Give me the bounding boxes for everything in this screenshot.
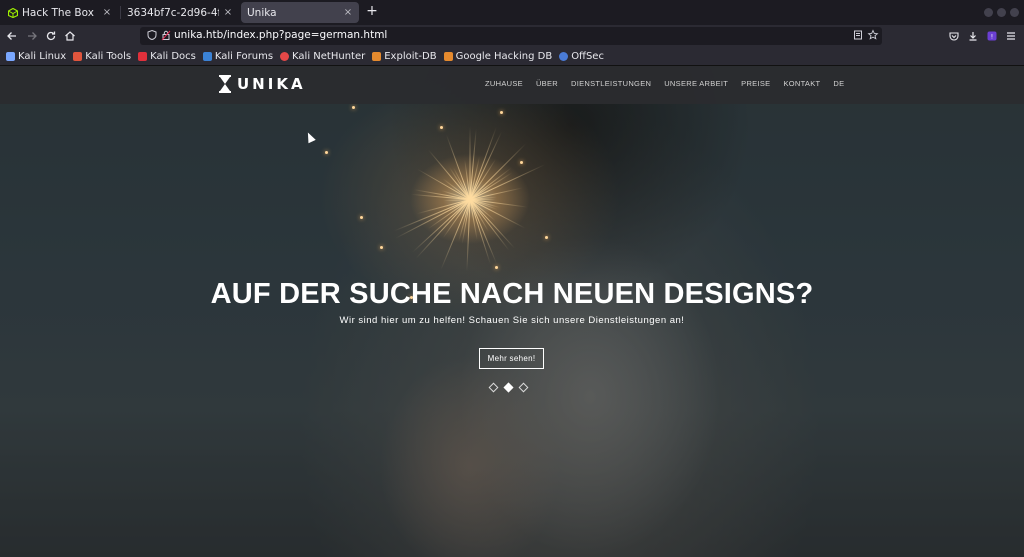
exploit-db-icon	[372, 51, 382, 61]
shield-icon[interactable]	[146, 29, 158, 41]
hero-headline: AUF DER SUCHE NACH NEUEN DESIGNS?	[210, 278, 814, 310]
navigation-toolbar: unika.htb/index.php?page=german.html !	[0, 25, 1024, 47]
close-tab-icon[interactable]: ×	[223, 7, 233, 18]
insecure-lock-icon[interactable]	[160, 29, 172, 41]
url-text[interactable]: unika.htb/index.php?page=german.html	[174, 29, 387, 41]
close-tab-icon[interactable]: ×	[102, 7, 112, 18]
menu-item-preise[interactable]: PREISE	[741, 79, 770, 88]
spark-particle	[352, 106, 355, 109]
spark-particle	[380, 246, 383, 249]
bookmark-kali-nethunter[interactable]: Kali NetHunter	[280, 51, 365, 62]
menu-item-unsere-arbeit[interactable]: UNSERE ARBEIT	[664, 79, 728, 88]
bookmark-label: Exploit-DB	[384, 50, 437, 62]
site-header: UNIKA ZUHAUSE ÜBER DIENSTLEISTUNGEN UNSE…	[0, 66, 1024, 104]
bookmark-label: Kali Docs	[150, 50, 196, 62]
bookmarks-toolbar: Kali Linux Kali Tools Kali Docs Kali For…	[0, 47, 1024, 66]
kali-forums-icon	[202, 51, 212, 61]
bookmark-kali-tools[interactable]: Kali Tools	[73, 51, 131, 62]
tab-label: Hack The Box :: Star	[22, 6, 98, 19]
bookmark-label: Kali Tools	[85, 50, 132, 62]
hero-subline: Wir sind hier um zu helfen! Schauen Sie …	[339, 315, 685, 326]
bookmark-exploit-db[interactable]: Exploit-DB	[372, 50, 437, 62]
logo-text: UNIKA	[237, 75, 306, 93]
htb-cube-icon	[8, 7, 18, 18]
extension-icon[interactable]: !	[985, 29, 999, 43]
downloads-icon[interactable]	[966, 29, 980, 43]
tab-label: Unika	[247, 6, 277, 19]
slider-dot[interactable]	[518, 382, 529, 393]
close-window-button[interactable]	[1010, 8, 1019, 17]
bookmark-label: Kali Linux	[18, 50, 67, 62]
tab-uuid[interactable]: 3634bf7c-2d96-4f9b- ×	[121, 2, 239, 23]
spark-particle	[495, 266, 498, 269]
ghdb-icon	[443, 51, 453, 61]
app-menu-icon[interactable]	[1004, 29, 1018, 43]
bookmark-kali-forums[interactable]: Kali Forums	[202, 50, 274, 62]
new-tab-button[interactable]: +	[364, 3, 380, 19]
spark-particle	[360, 216, 363, 219]
slider-indicators	[488, 382, 535, 393]
tab-strip: Hack The Box :: Star × 3634bf7c-2d96-4f9…	[0, 0, 1024, 25]
bookmark-offsec[interactable]: OffSec	[559, 51, 604, 62]
menu-item-dienstleistungen[interactable]: DIENSTLEISTUNGEN	[571, 79, 651, 88]
menu-item-kontakt[interactable]: KONTAKT	[783, 79, 820, 88]
forward-icon[interactable]	[25, 29, 39, 43]
kali-docs-icon	[138, 51, 148, 61]
minimize-window-button[interactable]	[984, 8, 993, 17]
close-tab-icon[interactable]: ×	[343, 7, 353, 18]
tab-label: 3634bf7c-2d96-4f9b-	[127, 6, 219, 19]
web-page: UNIKA ZUHAUSE ÜBER DIENSTLEISTUNGEN UNSE…	[0, 66, 1024, 557]
slider-dot[interactable]	[488, 382, 499, 393]
tab-hackthebox[interactable]: Hack The Box :: Star ×	[2, 2, 118, 23]
site-logo[interactable]: UNIKA	[219, 75, 306, 93]
tab-unika[interactable]: Unika ×	[241, 2, 359, 23]
main-menu: ZUHAUSE ÜBER DIENSTLEISTUNGEN UNSERE ARB…	[485, 79, 857, 88]
bookmark-star-icon[interactable]	[867, 29, 879, 41]
spark-particle	[440, 126, 443, 129]
kali-dragon-icon	[6, 51, 15, 61]
home-icon[interactable]	[63, 29, 77, 43]
spark-particle	[500, 111, 503, 114]
reader-view-icon[interactable]	[852, 29, 864, 41]
reload-icon[interactable]	[44, 29, 58, 43]
sparkler-ray	[469, 126, 471, 200]
offsec-icon	[559, 51, 569, 61]
pocket-icon[interactable]	[947, 29, 961, 43]
spark-particle	[520, 161, 523, 164]
menu-item-zuhause[interactable]: ZUHAUSE	[485, 79, 523, 88]
kali-tools-icon	[73, 51, 83, 61]
svg-text:!: !	[991, 34, 993, 41]
bookmark-label: Kali NetHunter	[292, 50, 366, 62]
maximize-window-button[interactable]	[997, 8, 1006, 17]
back-icon[interactable]	[5, 29, 19, 43]
bookmark-kali-linux[interactable]: Kali Linux	[6, 51, 66, 62]
bookmark-label: Google Hacking DB	[455, 50, 553, 62]
hero-overlay	[0, 66, 1024, 557]
nethunter-icon	[280, 51, 290, 61]
address-bar[interactable]: unika.htb/index.php?page=german.html	[140, 27, 882, 45]
bookmark-kali-docs[interactable]: Kali Docs	[138, 51, 196, 62]
bookmark-label: OffSec	[571, 50, 604, 62]
spark-particle	[545, 236, 548, 239]
slider-dot-active[interactable]	[503, 382, 514, 393]
spark-particle	[325, 151, 328, 154]
hourglass-logo-icon	[219, 75, 231, 93]
bookmark-label: Kali Forums	[214, 50, 274, 62]
language-switch-de[interactable]: DE	[833, 79, 844, 88]
more-button[interactable]: Mehr sehen!	[479, 348, 544, 369]
menu-item-ueber[interactable]: ÜBER	[536, 79, 558, 88]
bookmark-google-hacking-db[interactable]: Google Hacking DB	[443, 50, 553, 62]
